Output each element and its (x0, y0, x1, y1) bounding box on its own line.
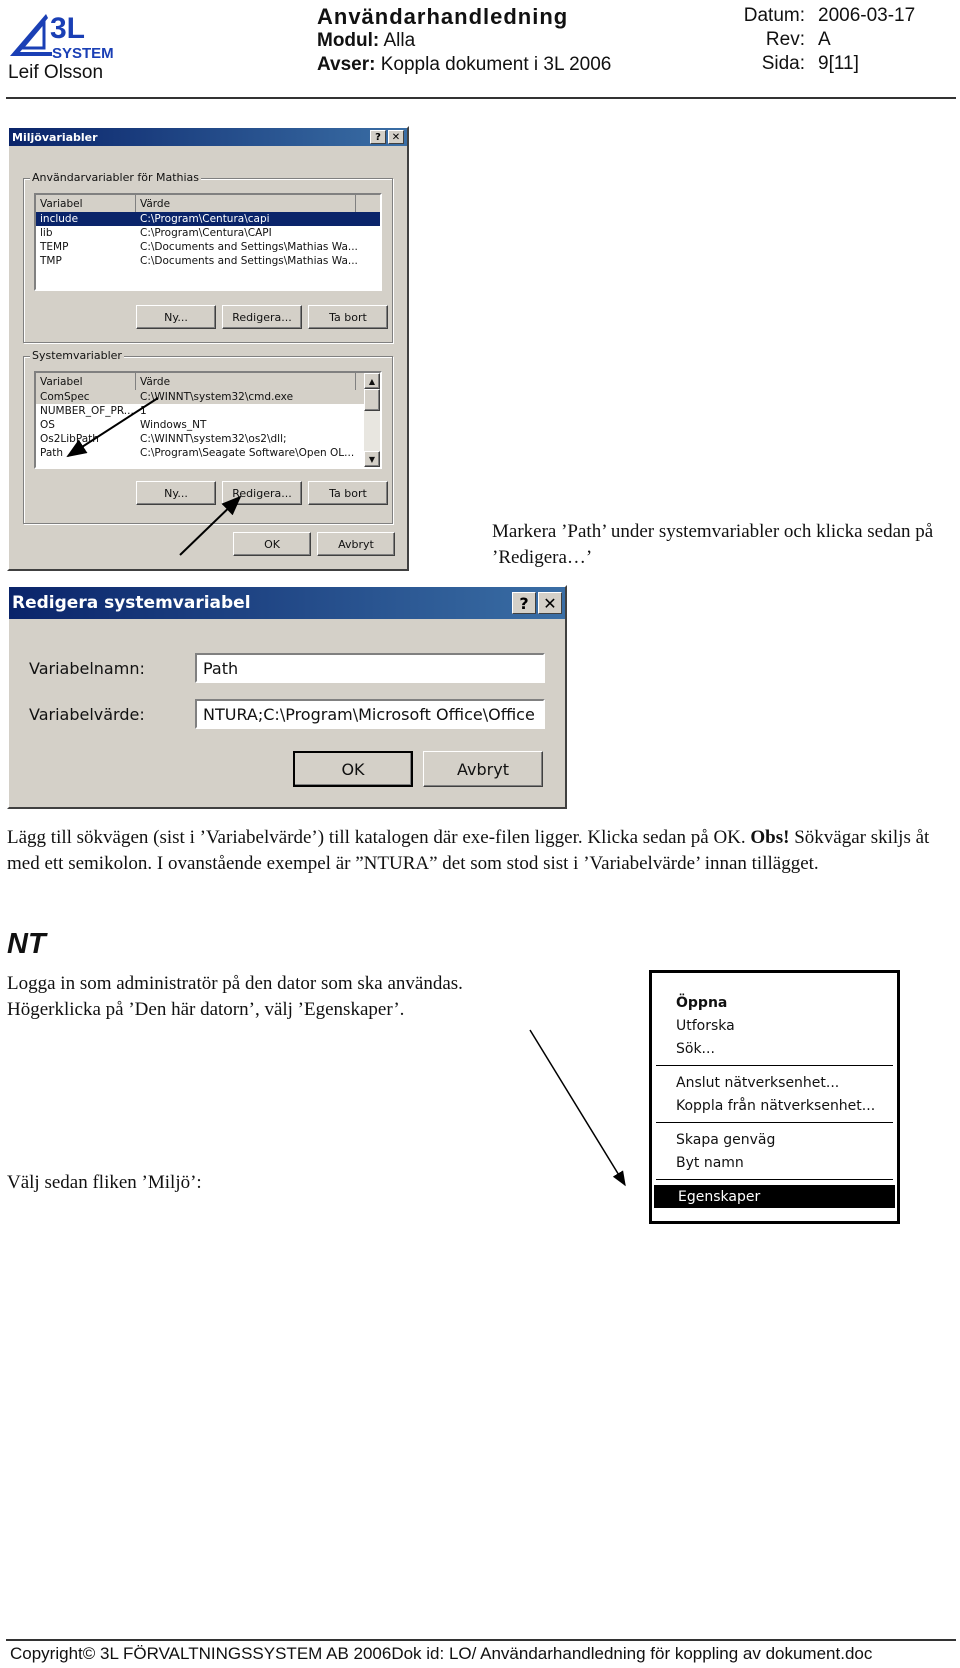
menu-separator (656, 1122, 893, 1123)
nt-step-properties: Högerklicka på ’Den här datorn’, välj ’E… (7, 999, 405, 1020)
dialog-title: Redigera systemvariabel (12, 593, 251, 613)
menu-item[interactable]: Sök... (652, 1037, 897, 1060)
menu-item[interactable]: Utforska (652, 1014, 897, 1037)
footer-divider (6, 1639, 956, 1641)
instruction-paragraph: Lägg till sökvägen (sist i ’Variabelvärd… (7, 827, 930, 874)
name-field[interactable]: Path (195, 653, 545, 683)
nt-step-env-tab: Välj sedan fliken ’Miljö’: (7, 1172, 202, 1193)
menu-item[interactable]: Skapa genväg (652, 1128, 897, 1151)
caption-mark-path: Markera ’Path’ under systemvariabler och… (492, 521, 934, 568)
menu-item[interactable]: Öppna (652, 991, 897, 1014)
section-heading-nt: NT (7, 928, 46, 960)
name-label: Variabelnamn: (29, 659, 145, 678)
close-icon[interactable]: ✕ (538, 592, 562, 614)
value-label: Variabelvärde: (29, 705, 145, 724)
value-field[interactable]: NTURA;C:\Program\Microsoft Office\Office (195, 699, 545, 729)
context-menu: Öppna Utforska Sök... Anslut nätverksenhet.… (649, 970, 900, 1224)
edit-variable-dialog: Redigera systemvariabel? ✕ Variabelnamn: … (7, 585, 567, 809)
cancel-button[interactable]: Avbryt (423, 751, 543, 787)
arrow-to-path (66, 397, 159, 458)
footer: Copyright© 3L FÖRVALTNINGSSYSTEM AB 2006… (10, 1644, 873, 1663)
menu-item[interactable]: Byt namn (652, 1151, 897, 1174)
arrow-to-properties (529, 1029, 626, 1187)
menu-item[interactable]: Koppla från nätverksenhet... (652, 1094, 897, 1117)
nt-step-login: Logga in som administratör på den dator … (7, 973, 463, 994)
help-icon[interactable]: ? (512, 592, 536, 614)
menu-item[interactable]: Egenskaper (654, 1185, 895, 1208)
menu-separator (656, 1179, 893, 1180)
menu-separator (656, 1065, 893, 1066)
menu-item[interactable]: Anslut nätverksenhet... (652, 1071, 897, 1094)
ok-button[interactable]: OK (293, 751, 413, 787)
arrow-to-edit (179, 495, 242, 556)
